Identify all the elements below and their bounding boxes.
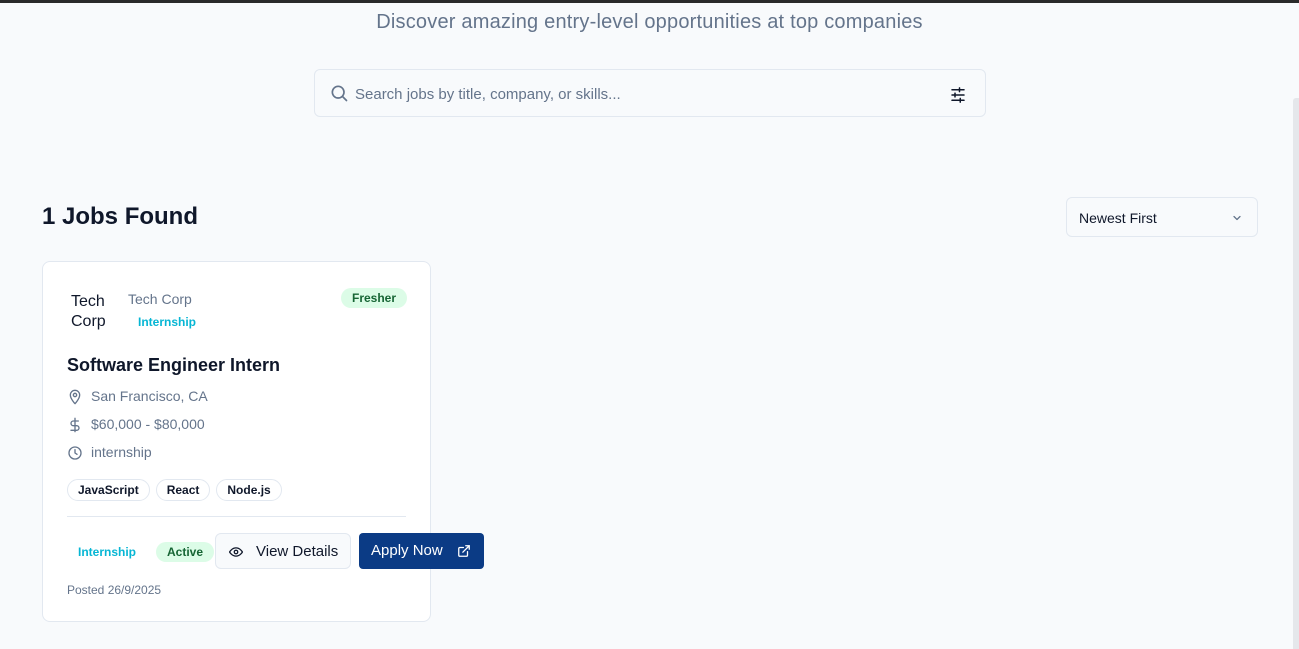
- search-input[interactable]: [355, 80, 935, 108]
- job-salary: $60,000 - $80,000: [91, 416, 205, 432]
- apply-now-label: Apply Now: [371, 542, 443, 559]
- search-icon: [331, 85, 348, 102]
- status-badge: Active: [156, 542, 215, 562]
- clock-icon: [68, 446, 82, 460]
- sliders-icon[interactable]: [949, 86, 967, 104]
- job-location: San Francisco, CA: [91, 388, 208, 404]
- window-top-border: [0, 0, 1299, 3]
- sort-selected-value: Newest First: [1079, 210, 1157, 226]
- skill-tag: JavaScript: [67, 479, 150, 501]
- map-pin-icon: [69, 389, 81, 405]
- card-divider: [67, 516, 406, 517]
- job-card: Tech Corp Tech Corp Internship Fresher S…: [42, 261, 484, 622]
- results-count: 1 Jobs Found: [42, 203, 198, 230]
- hero-subtitle: Discover amazing entry-level opportuniti…: [376, 11, 923, 33]
- skills-list: JavaScript React Node.js: [67, 479, 282, 501]
- job-employment-type: internship: [91, 444, 152, 460]
- external-link-icon: [458, 545, 470, 557]
- company-logo: Tech Corp: [71, 293, 106, 330]
- level-badge: Fresher: [341, 288, 408, 308]
- search-bar: [314, 69, 986, 117]
- page-scrollbar[interactable]: [1293, 98, 1299, 649]
- view-details-button[interactable]: View Details: [215, 533, 351, 569]
- job-type-tag: Internship: [138, 315, 197, 329]
- skill-tag: Node.js: [216, 479, 282, 501]
- eye-icon: [229, 547, 243, 557]
- skill-tag: React: [155, 479, 211, 501]
- company-name: Tech Corp: [128, 291, 192, 307]
- dollar-icon: [70, 417, 80, 433]
- sort-dropdown[interactable]: Newest First: [1066, 197, 1258, 237]
- view-details-label: View Details: [256, 543, 339, 560]
- chevron-down-icon: [1233, 215, 1241, 221]
- posted-date: Posted 26/9/2025: [67, 583, 162, 597]
- job-title: Software Engineer Intern: [67, 355, 281, 375]
- footer-type-chip: Internship: [67, 542, 148, 562]
- apply-now-button[interactable]: Apply Now: [359, 533, 484, 569]
